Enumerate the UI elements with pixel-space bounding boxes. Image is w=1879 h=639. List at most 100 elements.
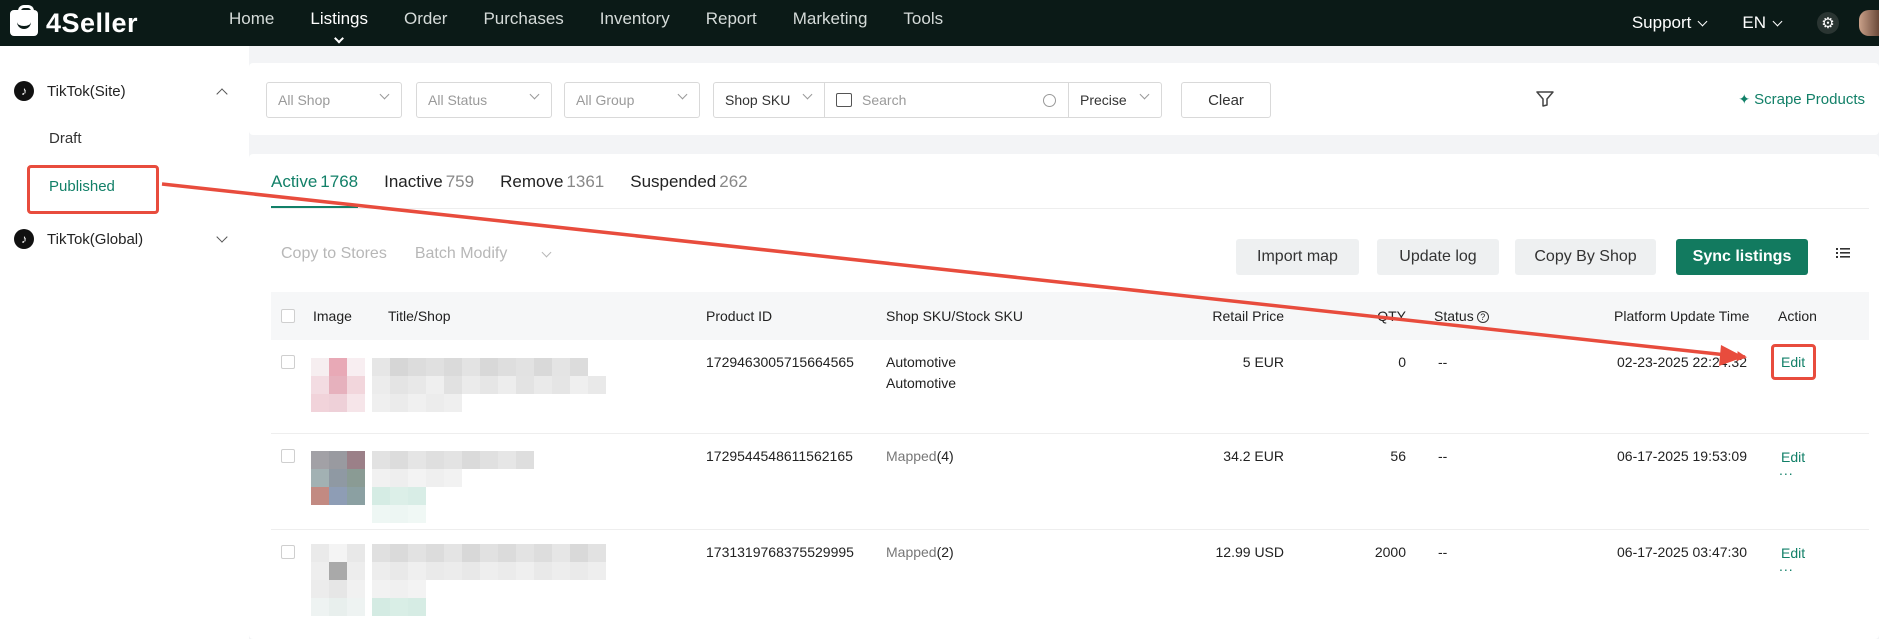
nav-home[interactable]: Home [229,0,274,46]
sync-listings-button[interactable]: Sync listings [1676,239,1808,275]
import-map-button[interactable]: Import map [1236,239,1359,275]
mapped-sku[interactable]: Mapped(2) [886,544,954,560]
sidebar-item-draft[interactable]: Draft [49,130,82,147]
col-status: Status? [1434,308,1489,324]
col-action: Action [1778,308,1817,324]
search-input[interactable]: Search [824,82,1069,118]
mapped-label: Mapped [886,448,937,464]
help-icon[interactable]: ? [1476,311,1489,323]
match-select[interactable]: Precise [1068,82,1162,118]
shop-select[interactable]: All Shop [266,82,402,118]
chevron-down-icon [1697,16,1708,26]
row-checkbox[interactable] [281,545,295,559]
tab-count: 1361 [566,172,605,191]
update-time: 06-17-2025 03:47:30 [1617,544,1747,560]
qty: 56 [1390,448,1406,464]
more-actions[interactable]: ... [1779,558,1794,574]
language-label: EN [1742,13,1766,32]
logo-text: 4Seller [46,7,139,38]
batch-modify-label: Batch Modify [414,245,508,262]
gear-icon[interactable]: ⚙ [1817,12,1839,34]
retail-price: 12.99 USD [1215,544,1284,560]
chevron-down-icon [802,89,813,100]
group-select[interactable]: All Group [564,82,700,118]
tab-active[interactable]: Active 1768 [271,172,359,208]
select-all-checkbox[interactable] [281,309,295,323]
col-update-time: Platform Update Time [1614,308,1750,324]
mapped-sku[interactable]: Mapped(4) [886,448,954,464]
sidebar-group-tiktok-global[interactable]: ♪ TikTok(Global) [14,229,228,249]
tab-label: Suspended [630,172,717,191]
tab-inactive[interactable]: Inactive 759 [384,172,474,208]
tab-count: 759 [445,172,475,191]
tab-suspended[interactable]: Suspended 262 [630,172,747,208]
status-select[interactable]: All Status [416,82,552,118]
search-icon[interactable] [1043,94,1056,107]
mapped-count: (2) [936,544,954,560]
scrape-products-link[interactable]: ✦ Scrape Products [1738,91,1865,108]
language-dropdown[interactable]: EN [1742,13,1783,33]
nav-marketing[interactable]: Marketing [793,0,868,46]
search-list-icon [836,93,852,107]
product-id: 1729463005715664565 [706,354,854,370]
filter-icon[interactable] [1536,91,1554,107]
status: -- [1438,354,1448,370]
blurred-title [372,358,606,412]
batch-modify-dropdown[interactable]: Batch Modify [415,245,578,263]
col-status-label: Status [1434,308,1474,324]
listings-panel: Active 1768 Inactive 759 Remove 1361 Suspen… [249,154,1879,639]
chevron-down-icon [541,247,552,257]
sidebar-group-label: TikTok(Site) [47,82,126,100]
blurred-title [372,544,606,616]
row-checkbox[interactable] [281,449,295,463]
tabs-divider [271,208,1869,209]
retail-price: 34.2 EUR [1223,448,1284,464]
chevron-down-icon [216,231,228,243]
chevron-down-icon [1139,89,1150,100]
tab-remove[interactable]: Remove 1361 [500,172,604,208]
column-settings-icon[interactable] [1836,247,1850,259]
caret-down-icon [334,33,345,44]
update-log-button[interactable]: Update log [1377,239,1499,275]
search-type-select[interactable]: Shop SKU [713,82,825,118]
nav-tools[interactable]: Tools [903,0,943,46]
copy-to-stores-button[interactable]: Copy to Stores [281,245,387,263]
scrape-products-label: Scrape Products [1754,91,1865,108]
nav-report[interactable]: Report [706,0,757,46]
nav-purchases[interactable]: Purchases [483,0,563,46]
clear-button[interactable]: Clear [1181,82,1271,118]
blurred-title [372,451,534,523]
status: -- [1438,544,1448,560]
tiktok-icon: ♪ [14,81,34,101]
annotation-highlight-box [27,165,159,214]
top-right-menu: Support EN ⚙ [1632,10,1879,36]
nav-order[interactable]: Order [404,0,447,46]
sidebar-group-label: TikTok(Global) [47,230,144,248]
chevron-down-icon [379,89,390,100]
tab-count: 262 [719,172,748,191]
table-row: 1729544548611562165 Mapped(4) 34.2 EUR 5… [271,434,1869,530]
nav-listings[interactable]: Listings [310,0,368,46]
search-type-value: Shop SKU [725,92,791,108]
tab-label: Inactive [384,172,443,191]
copy-by-shop-button[interactable]: Copy By Shop [1515,239,1656,275]
tab-label: Remove [500,172,564,191]
chevron-up-icon [216,87,228,100]
more-actions[interactable]: ... [1779,462,1794,478]
tab-count: 1768 [320,172,359,191]
shop-select-value: All Shop [278,92,331,108]
avatar[interactable] [1859,10,1879,36]
chevron-down-icon [677,89,688,100]
sidebar-group-tiktok-site[interactable]: ♪ TikTok(Site) [14,81,228,101]
status-select-value: All Status [428,92,488,108]
nav-inventory[interactable]: Inventory [600,0,670,46]
support-dropdown[interactable]: Support [1632,13,1708,33]
sidebar: ♪ TikTok(Site) Draft Published ♪ TikTok(… [0,46,249,639]
row-checkbox[interactable] [281,355,295,369]
col-qty: QTY [1377,308,1406,324]
sparkle-icon: ✦ [1738,91,1751,107]
col-product-id: Product ID [706,308,773,324]
table-row: 1729463005715664565 Automotive Automotiv… [271,340,1869,434]
main-nav: Home Listings Order Purchases Inventory … [229,0,979,46]
app-logo[interactable]: 4Seller [10,5,210,39]
